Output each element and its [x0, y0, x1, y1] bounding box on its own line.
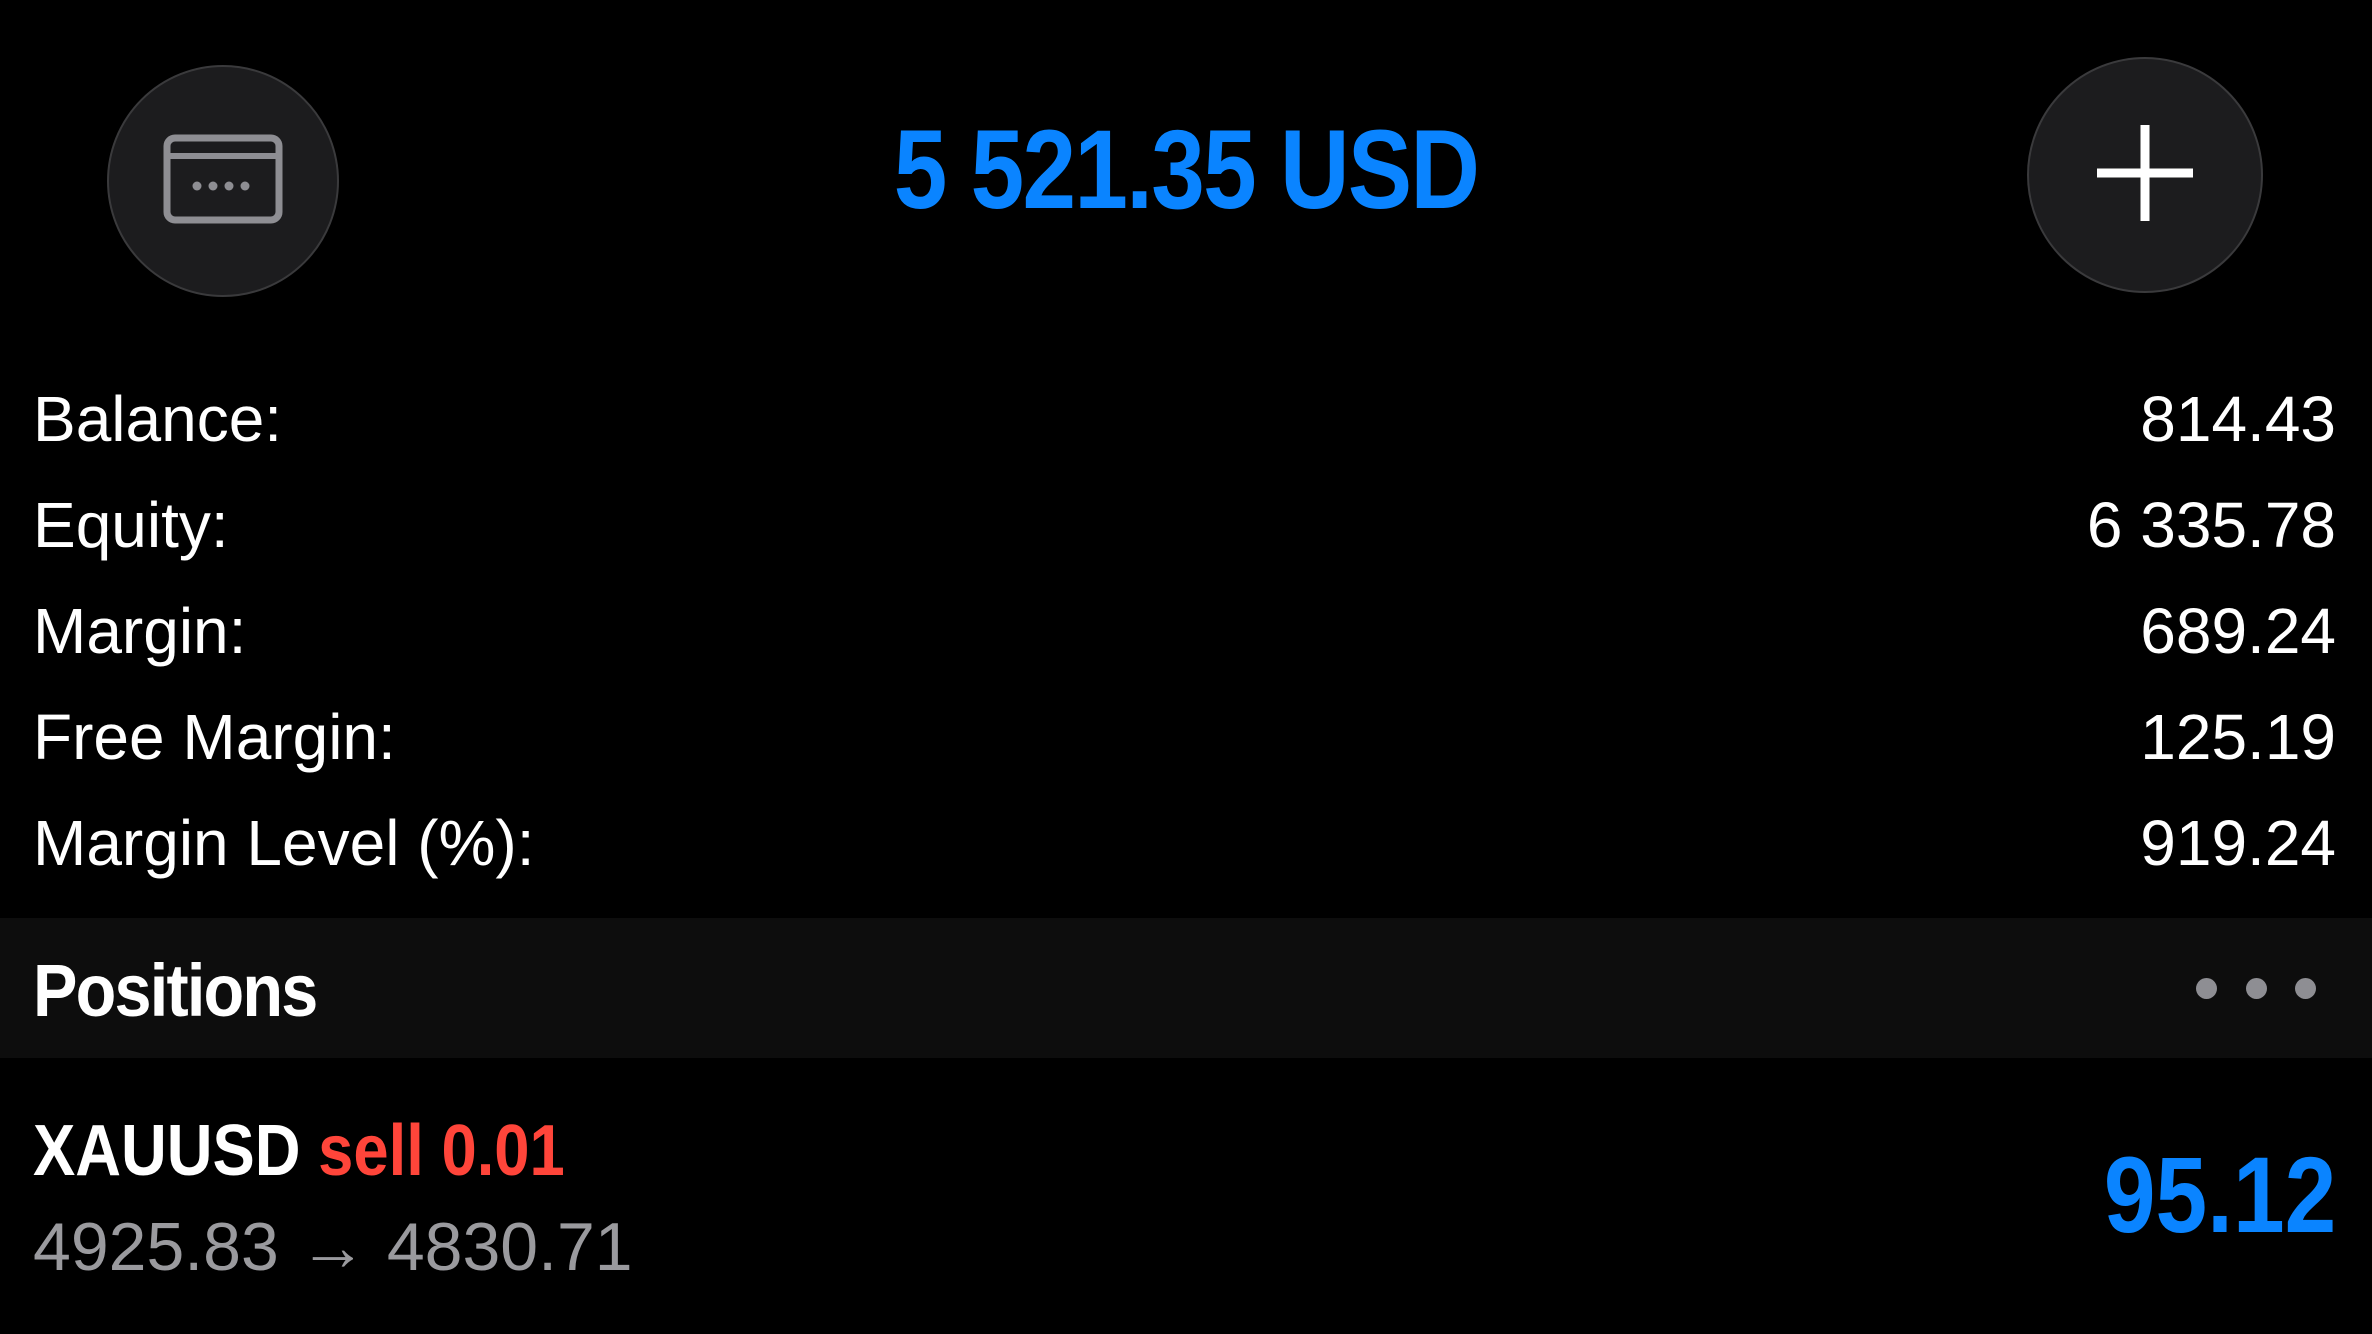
arrow-right-icon: → [298, 1209, 367, 1285]
open-price: 4925.83 [33, 1209, 279, 1285]
position-symbol: XAUUSD [33, 1111, 301, 1191]
position-volume: 0.01 [441, 1111, 565, 1191]
positions-section-header: Positions [0, 918, 2372, 1058]
current-price: 4830.71 [386, 1209, 633, 1285]
add-button[interactable] [2027, 57, 2263, 293]
position-header: XAUUSD sell 0.01 [33, 1106, 565, 1196]
summary-row-equity: Equity: 6 335.78 [0, 472, 2372, 578]
margin-level-value: 919.24 [2140, 807, 2336, 879]
position-side: sell [318, 1111, 424, 1191]
free-margin-value: 125.19 [2140, 701, 2336, 773]
more-horizontal-icon [2196, 977, 2217, 999]
summary-row-balance: Balance: 814.43 [0, 366, 2372, 472]
position-profit: 95.12 [2103, 1134, 2336, 1255]
more-options-button[interactable] [2196, 968, 2316, 1008]
summary-row-margin: Margin: 689.24 [0, 578, 2372, 684]
total-equity: 5 521.35 USD [893, 107, 1480, 232]
equity-label: Equity: [33, 489, 229, 561]
plus-icon [2093, 121, 2197, 230]
summary-row-free-margin: Free Margin: 125.19 [0, 684, 2372, 790]
margin-label: Margin: [33, 595, 247, 667]
margin-level-label: Margin Level (%): [33, 807, 535, 879]
positions-title: Positions [33, 949, 318, 1032]
balance-label: Balance: [33, 383, 283, 455]
more-dot [2295, 977, 2316, 999]
free-margin-label: Free Margin: [33, 701, 396, 773]
equity-value: 6 335.78 [2086, 489, 2336, 561]
header: 5 521.35 USD [0, 0, 2372, 330]
account-summary: Balance: 814.43 Equity: 6 335.78 Margin:… [0, 366, 2372, 896]
margin-value: 689.24 [2140, 595, 2336, 667]
position-prices: 4925.83 → 4830.71 [33, 1202, 633, 1292]
summary-row-margin-level: Margin Level (%): 919.24 [0, 790, 2372, 896]
more-dot [2245, 977, 2267, 999]
position-row[interactable]: XAUUSD sell 0.01 4925.83 → 4830.71 95.12 [0, 1078, 2372, 1334]
balance-value: 814.43 [2140, 383, 2336, 455]
